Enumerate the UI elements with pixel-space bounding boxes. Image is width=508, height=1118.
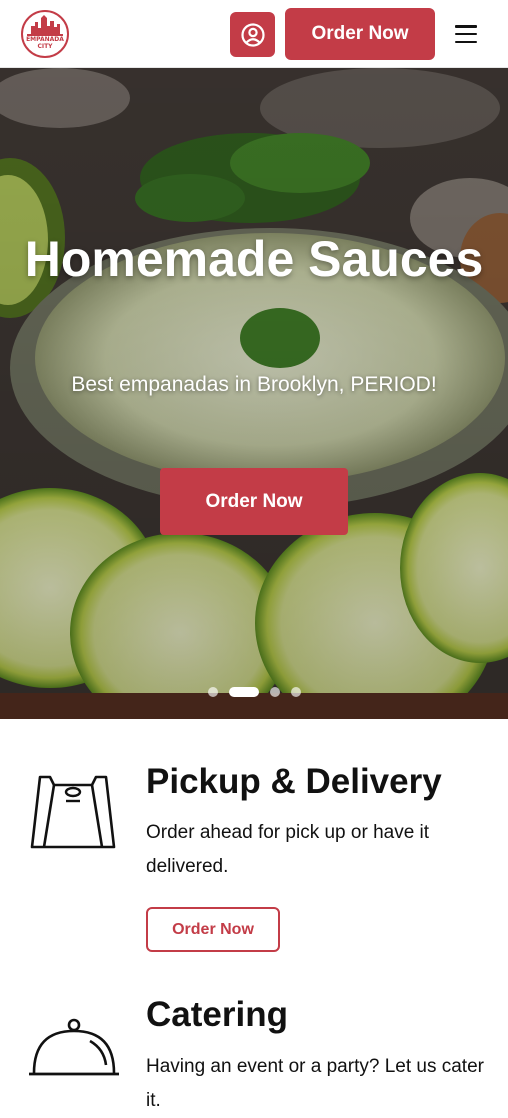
feature-title-catering: Catering: [146, 995, 288, 1034]
hero-title: Homemade Sauces: [24, 231, 484, 287]
hero-order-button[interactable]: Order Now: [160, 468, 348, 535]
menu-line: [455, 40, 477, 43]
hero-subtitle: Best empanadas in Brooklyn, PERIOD!: [71, 373, 437, 396]
menu-line: [455, 25, 477, 28]
hero-carousel[interactable]: Homemade Sauces Best empanadas in Brookl…: [0, 68, 508, 719]
carousel-dot[interactable]: [291, 687, 301, 697]
feature-title-pickup: Pickup & Delivery: [146, 762, 442, 801]
carousel-dot[interactable]: [208, 687, 218, 697]
cloche-icon: [29, 1018, 119, 1076]
carousel-indicators: [0, 687, 508, 699]
feature-desc-pickup: Order ahead for pick up or have it deliv…: [146, 822, 430, 877]
carousel-dot[interactable]: [270, 687, 280, 697]
account-button[interactable]: [230, 12, 275, 57]
pickup-order-button[interactable]: Order Now: [146, 907, 280, 952]
hamburger-menu-button[interactable]: [452, 20, 480, 48]
logo-text-line2: CITY: [37, 43, 53, 50]
bag-icon: [30, 775, 116, 849]
carousel-dot-active[interactable]: [229, 687, 259, 697]
menu-line: [455, 32, 477, 36]
site-header: EMPANADA CITY Order Now: [0, 0, 508, 68]
header-order-button[interactable]: Order Now: [285, 8, 435, 60]
feature-desc-catering: Having an event or a party? Let us cater…: [146, 1056, 484, 1111]
user-icon: [240, 22, 265, 47]
brand-logo[interactable]: EMPANADA CITY: [21, 10, 69, 58]
